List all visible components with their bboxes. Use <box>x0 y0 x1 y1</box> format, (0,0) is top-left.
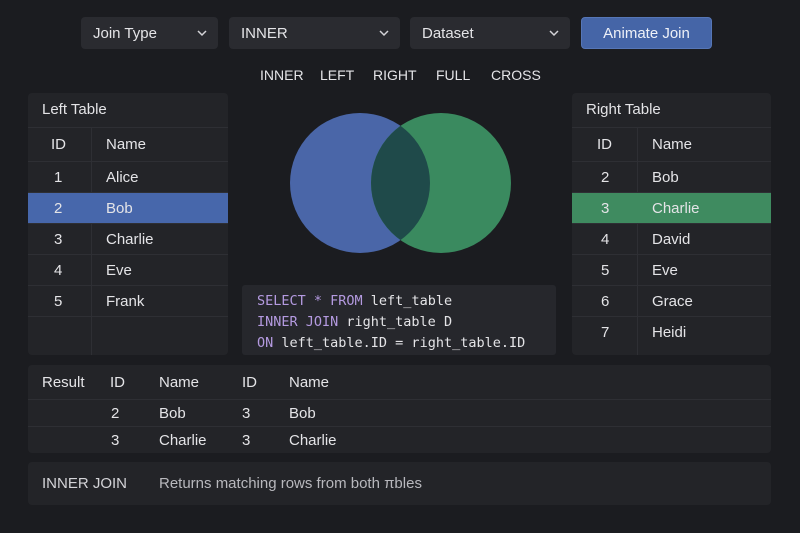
tab-right[interactable]: RIGHT <box>373 67 417 83</box>
row-name: Frank <box>106 293 145 310</box>
row-id: 6 <box>601 293 610 310</box>
result-left-id: 3 <box>111 432 120 449</box>
join-value-dropdown[interactable]: INNER <box>229 17 400 49</box>
sql-keyword: ON <box>257 335 274 351</box>
table-row-highlighted[interactable]: 2 Bob <box>28 192 228 223</box>
sql-text: left_table.ID = right_table.ID <box>273 335 526 351</box>
right-table-panel: Right Table ID Name 2 Bob 3 Charlie 4 Da… <box>572 93 771 355</box>
row-id: 4 <box>54 262 63 279</box>
id-header: ID <box>51 136 66 153</box>
row-name: Charlie <box>652 200 700 217</box>
result-left-name: Bob <box>159 405 186 422</box>
tab-full[interactable]: FULL <box>436 67 470 83</box>
chevron-down-icon <box>549 30 559 37</box>
row-name: Bob <box>652 169 679 186</box>
row-id: 3 <box>54 231 63 248</box>
sql-code-block: SELECT * FROM left_table INNER JOIN righ… <box>242 285 556 355</box>
join-name: INNER JOIN <box>42 475 128 492</box>
table-row-empty <box>28 316 228 355</box>
sql-keyword: SELECT * FROM <box>257 293 363 309</box>
name-header: Name <box>106 136 147 153</box>
join-tabs: INNER LEFT RIGHT FULL CROSS <box>0 67 800 85</box>
left-id-header: ID <box>110 374 125 391</box>
sql-text: right_table D <box>338 314 453 330</box>
table-row[interactable]: 5 Eve <box>572 254 771 285</box>
row-name: Alice <box>106 169 139 186</box>
name-header: Name <box>652 136 693 153</box>
id-header: ID <box>597 136 612 153</box>
result-left-name: Charlie <box>159 432 207 449</box>
venn-diagram <box>290 113 511 253</box>
row-name: Charlie <box>106 231 154 248</box>
result-table-panel: Result ID Name ID Name 2 Bob 3 Bob 3 Cha… <box>28 365 771 453</box>
table-row[interactable]: 6 Grace <box>572 285 771 316</box>
row-name: Bob <box>106 200 133 217</box>
dataset-label: Dataset <box>422 24 474 42</box>
result-row[interactable]: 2 Bob 3 Bob <box>28 399 771 426</box>
join-value-label: INNER <box>241 24 288 42</box>
result-label: Result <box>42 374 85 391</box>
join-description-bar: INNER JOIN Returns matching rows from bo… <box>28 462 771 505</box>
join-description: Returns matching rows from both πbles <box>159 475 422 492</box>
chevron-down-icon <box>197 30 207 37</box>
table-row[interactable]: 1 Alice <box>28 161 228 192</box>
right-name-header: Name <box>289 374 330 391</box>
table-row[interactable]: 5 Frank <box>28 285 228 316</box>
sql-line-2: INNER JOIN right_table D <box>257 314 452 330</box>
tab-inner[interactable]: INNER <box>260 67 304 83</box>
table-row[interactable]: 3 Charlie <box>28 223 228 254</box>
tab-cross[interactable]: CROSS <box>491 67 541 83</box>
tab-left[interactable]: LEFT <box>320 67 354 83</box>
row-name: Eve <box>106 262 132 279</box>
join-type-dropdown[interactable]: Join Type <box>81 17 218 49</box>
row-id: 7 <box>601 324 610 341</box>
table-row[interactable]: 4 David <box>572 223 771 254</box>
table-row[interactable]: 7 Heidi <box>572 316 771 355</box>
table-row[interactable]: 4 Eve <box>28 254 228 285</box>
row-id: 2 <box>601 169 610 186</box>
row-name: Grace <box>652 293 693 310</box>
result-left-id: 2 <box>111 405 120 422</box>
table-row[interactable]: 2 Bob <box>572 161 771 192</box>
table-header-row: ID Name <box>28 127 228 161</box>
result-right-name: Bob <box>289 405 316 422</box>
left-name-header: Name <box>159 374 200 391</box>
sql-keyword: INNER JOIN <box>257 314 339 330</box>
dataset-dropdown[interactable]: Dataset <box>410 17 570 49</box>
result-right-id: 3 <box>242 432 251 449</box>
table-row-highlighted[interactable]: 3 Charlie <box>572 192 771 223</box>
right-id-header: ID <box>242 374 257 391</box>
row-name: Eve <box>652 262 678 279</box>
row-id: 2 <box>54 200 63 217</box>
sql-line-1: SELECT * FROM left_table <box>257 293 452 309</box>
animate-join-button[interactable]: Animate Join <box>581 17 712 49</box>
right-table-title: Right Table <box>586 101 661 118</box>
table-header-row: ID Name <box>572 127 771 161</box>
sql-text: left_table <box>362 293 453 309</box>
left-table-panel: Left Table ID Name 1 Alice 2 Bob 3 Charl… <box>28 93 228 355</box>
row-name: Heidi <box>652 324 687 341</box>
left-table-title: Left Table <box>42 101 107 118</box>
row-name: David <box>652 231 691 248</box>
result-row[interactable]: 3 Charlie 3 Charlie <box>28 426 771 453</box>
row-id: 5 <box>601 262 610 279</box>
sql-line-3: ON left_table.ID = right_table.ID <box>257 335 525 351</box>
result-right-id: 3 <box>242 405 251 422</box>
result-header-row: Result ID Name ID Name <box>28 365 771 399</box>
join-type-label: Join Type <box>93 24 157 42</box>
row-id: 5 <box>54 293 63 310</box>
row-id: 3 <box>601 200 610 217</box>
chevron-down-icon <box>379 30 389 37</box>
row-id: 4 <box>601 231 610 248</box>
result-right-name: Charlie <box>289 432 337 449</box>
row-id: 1 <box>54 169 63 186</box>
